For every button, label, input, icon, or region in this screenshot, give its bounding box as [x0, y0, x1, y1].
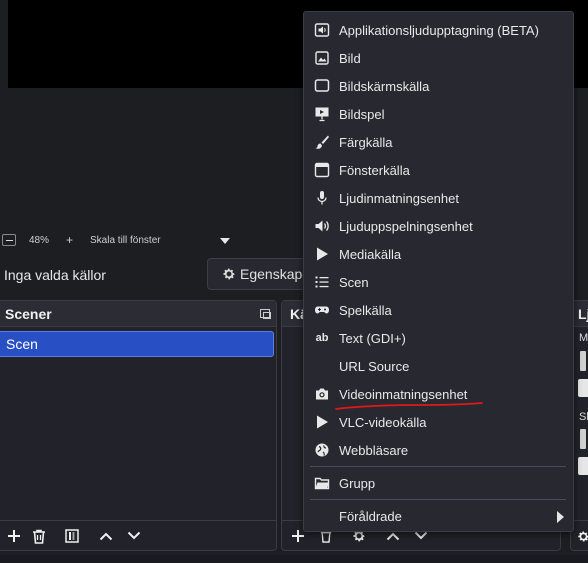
menu-item-scene[interactable]: Scen [304, 268, 573, 296]
menu-item-label: Bildskärmskälla [339, 79, 430, 94]
microphone-icon [314, 190, 330, 206]
menu-item-label: Bild [339, 51, 361, 66]
add-source-context-menu: Applikationsljudupptagning (BETA) Bild B… [303, 11, 574, 532]
chevron-up-icon [386, 532, 400, 541]
menu-item-label: Fönsterkälla [339, 163, 410, 178]
gear-icon [223, 268, 235, 280]
mixer-channel-2-label: Sk [579, 411, 588, 423]
play-icon [314, 246, 330, 262]
menu-item-label: Ljudinmatningsenhet [339, 191, 459, 206]
menu-item-slideshow[interactable]: Bildspel [304, 100, 573, 128]
menu-separator [310, 499, 566, 500]
menu-item-label: VLC-videokälla [339, 415, 427, 430]
scenes-dock-title: Scener [0, 301, 276, 327]
menu-item-media-source[interactable]: Mediakälla [304, 240, 573, 268]
add-scene-button[interactable] [5, 527, 23, 545]
undock-icon[interactable] [260, 309, 271, 319]
mixer-volume-handle[interactable] [580, 351, 586, 371]
scenes-footer-toolbar [0, 520, 276, 550]
menu-item-audio-output[interactable]: Ljuduppspelningsenhet [304, 212, 573, 240]
menu-separator [310, 466, 566, 467]
scale-dropdown-icon[interactable] [212, 235, 238, 247]
menu-item-label: Föråldrade [339, 509, 402, 524]
menu-item-application-audio[interactable]: Applikationsljudupptagning (BETA) [304, 16, 573, 44]
scale-mode-label[interactable]: Skala till fönster [90, 235, 161, 246]
slideshow-icon [314, 106, 330, 122]
menu-item-deprecated[interactable]: Föråldrade [304, 502, 573, 530]
mixer-speaker-icon[interactable] [578, 379, 588, 397]
scenes-title: Scener [5, 306, 52, 322]
mixer-speaker-icon[interactable] [578, 457, 588, 475]
menu-item-label: Grupp [339, 476, 376, 491]
menu-item-label: Bildspel [339, 107, 385, 122]
menu-item-vlc-video[interactable]: VLC-videokälla [304, 408, 573, 436]
menu-item-label: Färgkälla [339, 135, 393, 150]
camera-icon [314, 386, 330, 402]
source-toolbar: Inga valda källor Egenskape [0, 253, 317, 295]
list-icon [314, 274, 330, 290]
chevron-down-icon [414, 531, 428, 540]
status-bar [0, 555, 588, 563]
menu-item-url-source[interactable]: URL Source [304, 352, 573, 380]
menu-item-label: Webbläsare [339, 443, 409, 458]
mixer-title: Lj [578, 306, 588, 322]
menu-item-label: Scen [339, 275, 369, 290]
remove-scene-button[interactable] [30, 527, 48, 545]
menu-item-window-capture[interactable]: Fönsterkälla [304, 156, 573, 184]
menu-item-color-source[interactable]: Färgkälla [304, 128, 573, 156]
folder-icon [314, 475, 330, 491]
globe-icon [314, 442, 330, 458]
red-underline-annotation [335, 402, 483, 410]
menu-item-text-gdi[interactable]: ab Text (GDI+) [304, 324, 573, 352]
zoom-bar: 48% + Skala till fönster [0, 232, 310, 249]
chevron-down-icon [127, 531, 141, 540]
zoom-in-button[interactable]: + [66, 233, 73, 247]
menu-item-label: Mediakälla [339, 247, 402, 262]
scene-filters-button[interactable] [63, 527, 81, 545]
play-icon [314, 414, 330, 430]
move-scene-up-button[interactable] [97, 527, 115, 545]
zoom-out-button[interactable] [2, 234, 16, 246]
menu-item-image[interactable]: Bild [304, 44, 573, 72]
image-icon [314, 50, 330, 66]
text-icon: ab [315, 332, 329, 344]
scene-name: Scen [6, 336, 38, 352]
menu-item-label: URL Source [339, 359, 410, 374]
scenes-dock: Scener Scen [0, 300, 277, 551]
no-source-selected-label: Inga valda källor [4, 267, 106, 283]
window-icon [314, 162, 330, 178]
plus-icon [8, 530, 20, 542]
menu-item-group[interactable]: Grupp [304, 469, 573, 497]
submenu-arrow-icon [557, 511, 564, 523]
zoom-level: 48% [29, 235, 50, 246]
move-scene-down-button[interactable] [125, 527, 143, 545]
menu-item-audio-input[interactable]: Ljudinmatningsenhet [304, 184, 573, 212]
scene-list-item[interactable]: Scen [0, 331, 274, 357]
menu-item-game-capture[interactable]: Spelkälla [304, 296, 573, 324]
speaker-icon [314, 218, 330, 234]
app-audio-icon [314, 22, 330, 38]
menu-item-label: Ljuduppspelningsenhet [339, 219, 473, 234]
gear-icon [577, 531, 588, 541]
menu-item-browser[interactable]: Webbläsare [304, 436, 573, 464]
brush-icon [314, 134, 330, 150]
mixer-settings-button[interactable] [574, 527, 588, 545]
mixer-volume-handle[interactable] [580, 429, 586, 449]
trash-icon [33, 529, 45, 544]
properties-button[interactable]: Egenskape [207, 258, 317, 290]
gamepad-icon [314, 302, 330, 318]
mixer-channel-1-label: M [579, 332, 588, 344]
menu-item-label: Applikationsljudupptagning (BETA) [339, 23, 539, 38]
chevron-up-icon [99, 532, 113, 541]
menu-item-label: Text (GDI+) [339, 331, 406, 346]
filter-icon [65, 529, 79, 543]
menu-item-label: Spelkälla [339, 303, 392, 318]
monitor-icon [314, 78, 330, 94]
menu-item-display-capture[interactable]: Bildskärmskälla [304, 72, 573, 100]
properties-label: Egenskape [240, 266, 311, 282]
